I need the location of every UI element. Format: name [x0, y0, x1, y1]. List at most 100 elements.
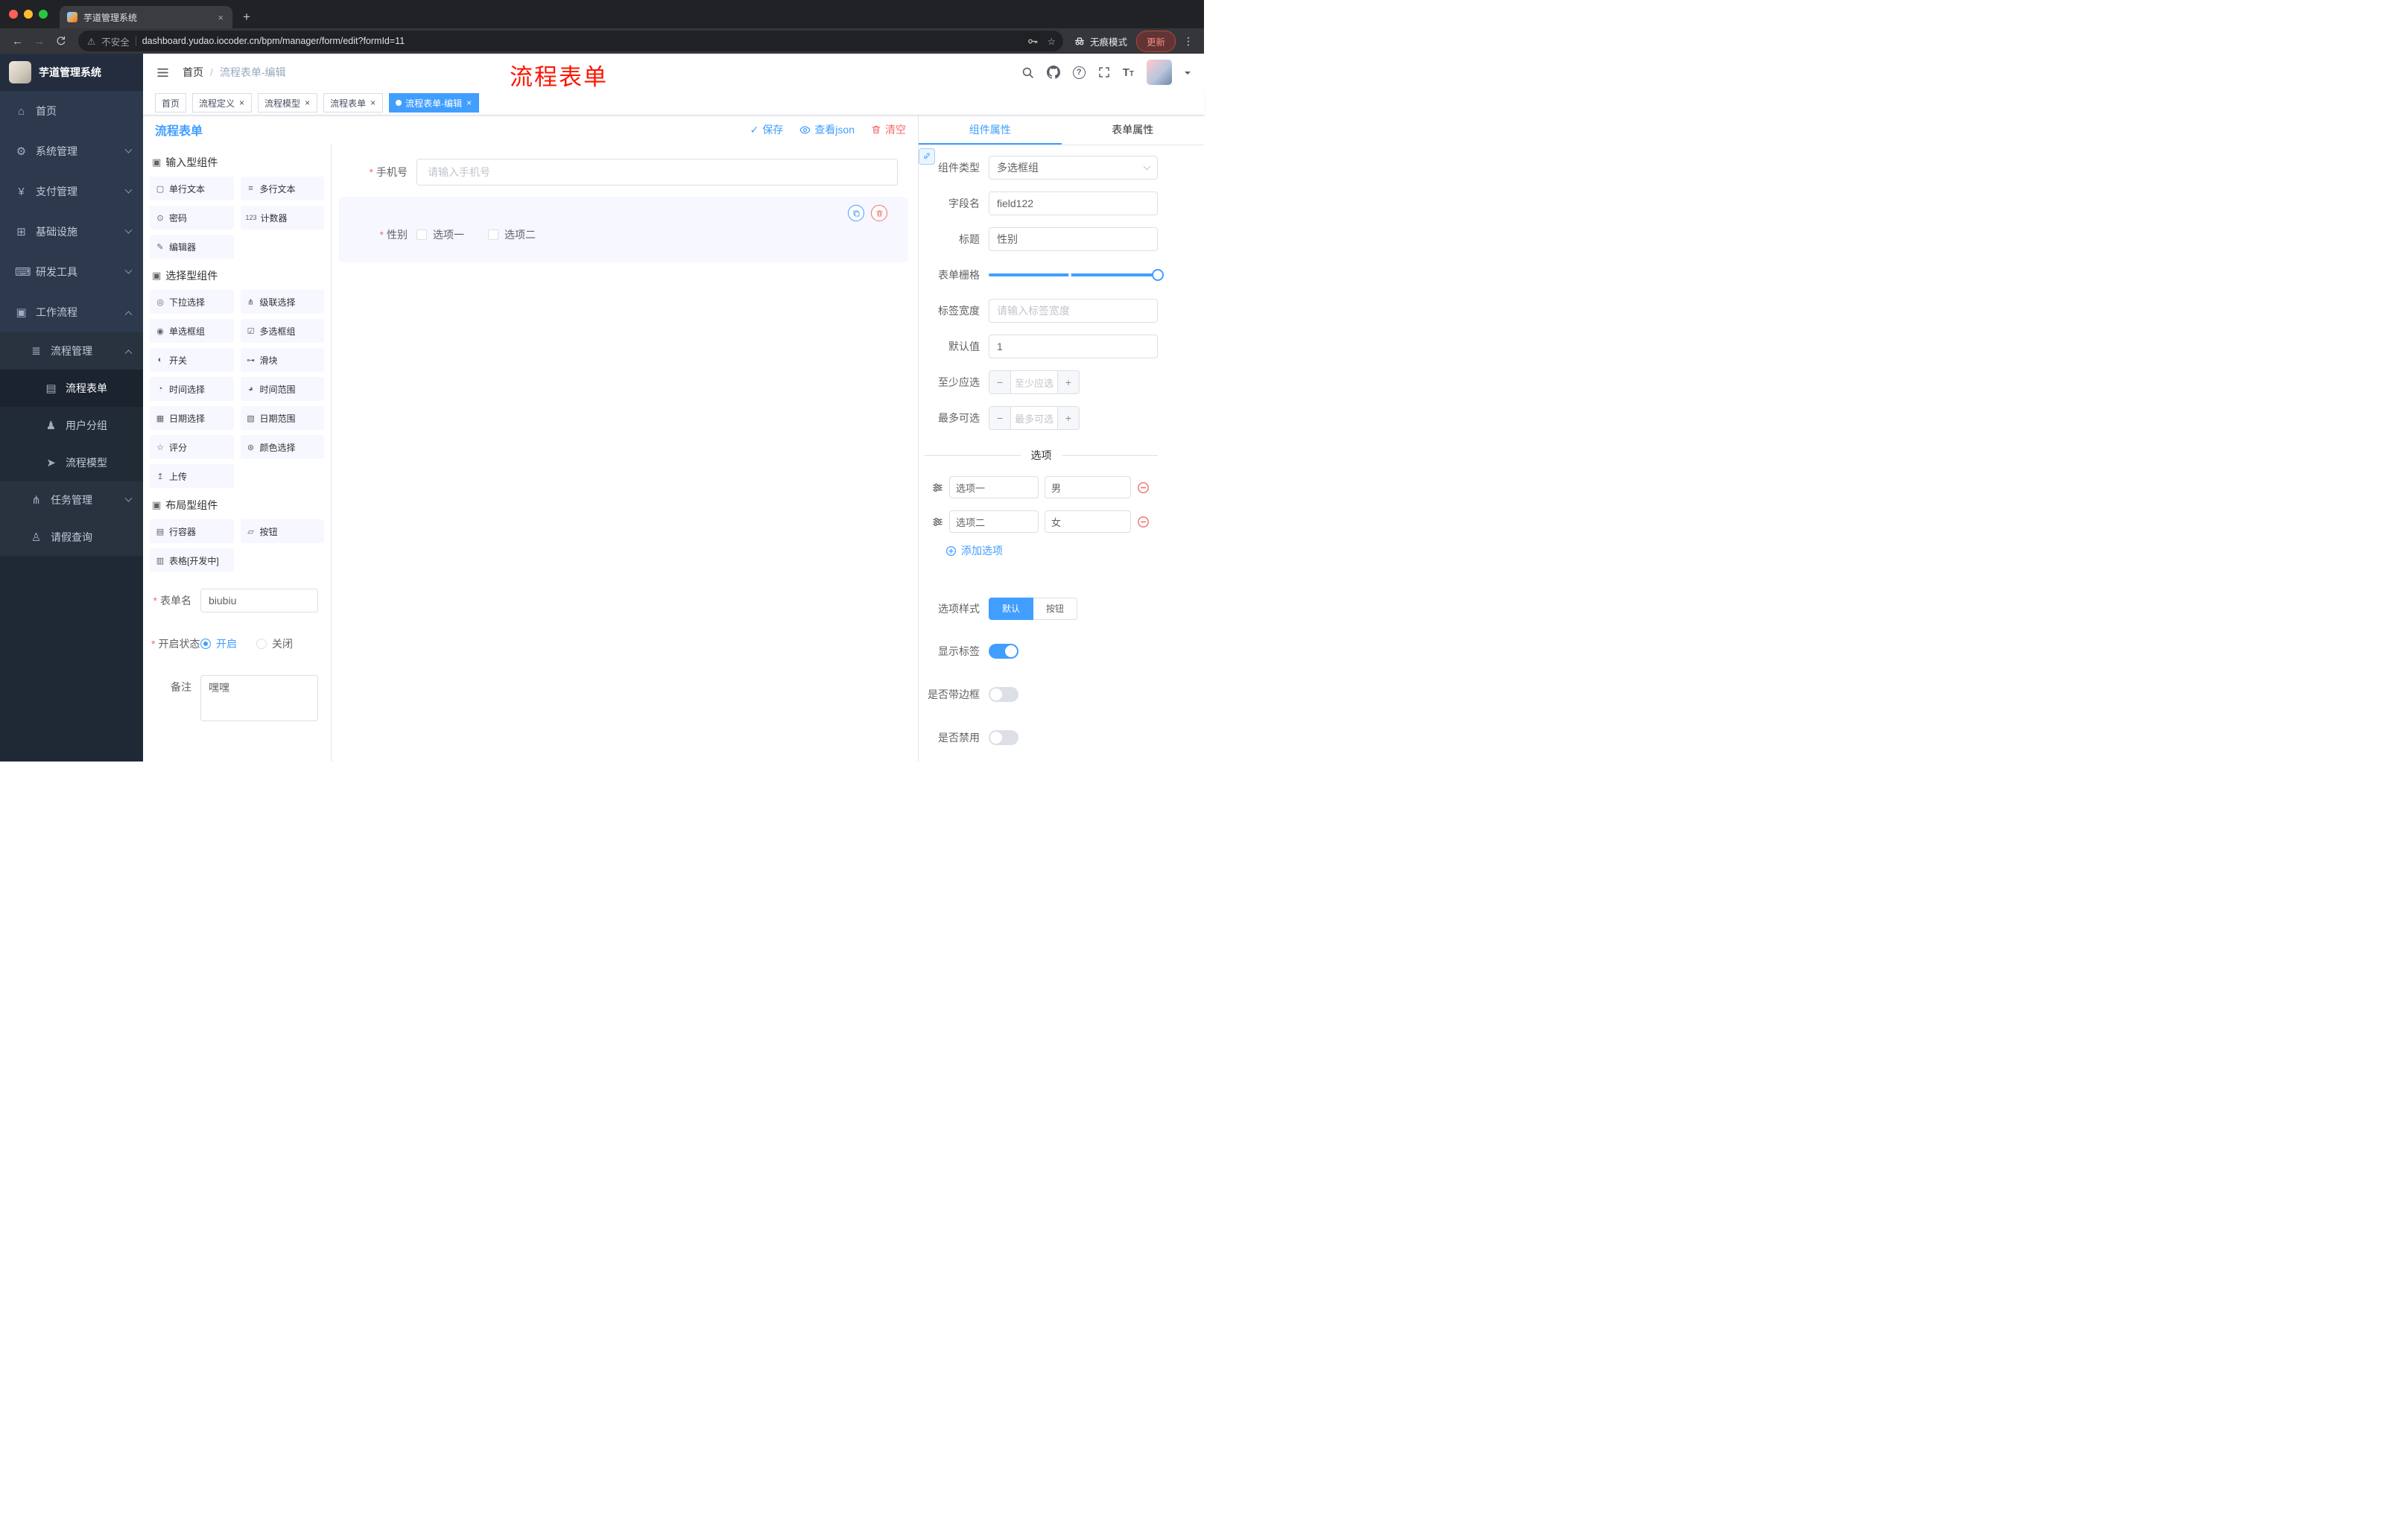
sidebar-item-process-model[interactable]: ➤ 流程模型 — [0, 444, 143, 481]
component-chip-checkbox-group[interactable]: ☑ 多选框组 — [240, 319, 324, 343]
back-button[interactable]: ← — [7, 31, 28, 51]
component-chip-password[interactable]: ⊙ 密码 — [150, 206, 234, 229]
security-label[interactable]: 不安全 — [101, 34, 130, 48]
gender-option-1[interactable]: 选项一 — [416, 227, 464, 242]
component-chip-date-picker[interactable]: ▦ 日期选择 — [150, 406, 234, 430]
sidebar-item-system[interactable]: ⚙ 系统管理 — [0, 131, 143, 171]
decrease-icon[interactable]: − — [989, 407, 1011, 429]
min-select-stepper[interactable]: − 至少应选 + — [989, 370, 1080, 394]
border-toggle[interactable] — [989, 687, 1018, 702]
max-select-value[interactable]: 最多可选 — [1011, 407, 1057, 429]
save-button[interactable]: ✓ 保存 — [750, 122, 784, 137]
show-label-toggle[interactable] — [989, 644, 1018, 659]
option-label-input[interactable] — [949, 510, 1039, 533]
forward-button[interactable]: → — [29, 31, 49, 51]
url-text[interactable]: dashboard.yudao.iocoder.cn/bpm/manager/f… — [142, 36, 1021, 46]
tag-close-icon[interactable]: × — [304, 98, 311, 107]
gender-option-2[interactable]: 选项二 — [488, 227, 536, 242]
component-chip-row-container[interactable]: ▤ 行容器 — [150, 519, 234, 543]
component-chip-textarea[interactable]: ≡ 多行文本 — [240, 177, 324, 200]
search-icon[interactable] — [1021, 66, 1034, 79]
checkbox-icon[interactable] — [488, 229, 498, 240]
canvas-field-gender-selected[interactable]: 性别 选项一 选项二 — [339, 197, 908, 262]
component-chip-editor[interactable]: ✎ 编辑器 — [150, 235, 234, 259]
max-select-stepper[interactable]: − 最多可选 + — [989, 406, 1080, 430]
component-chip-color-picker[interactable]: ⊛ 颜色选择 — [240, 435, 324, 459]
component-chip-date-range[interactable]: ▧ 日期范围 — [240, 406, 324, 430]
update-button[interactable]: 更新 — [1135, 30, 1176, 52]
tag-close-icon[interactable]: × — [370, 98, 376, 107]
component-chip-time-picker[interactable]: ◔ 时间选择 — [150, 377, 234, 401]
copy-field-button[interactable] — [848, 205, 864, 221]
sidebar-item-process-form[interactable]: ▤ 流程表单 — [0, 370, 143, 407]
field-name-input[interactable] — [989, 191, 1158, 215]
tag-process-form-edit[interactable]: 流程表单-编辑 × — [389, 93, 480, 113]
component-chip-time-range[interactable]: ◕ 时间范围 — [240, 377, 324, 401]
sidebar-item-devtools[interactable]: ⌨ 研发工具 — [0, 252, 143, 292]
sidebar-item-home[interactable]: ⌂ 首页 — [0, 91, 143, 131]
tag-home[interactable]: 首页 — [155, 93, 187, 113]
slider-track[interactable] — [989, 273, 1158, 276]
option-value-input[interactable] — [1045, 510, 1131, 533]
tab-close-icon[interactable]: × — [216, 12, 225, 23]
sidebar-item-leave-query[interactable]: ♙ 请假查询 — [0, 519, 143, 556]
component-chip-button[interactable]: ▱ 按钮 — [240, 519, 324, 543]
option-value-input[interactable] — [1045, 476, 1131, 498]
minimize-window-button[interactable] — [24, 10, 33, 19]
component-chip-single-line-text[interactable]: ▢ 单行文本 — [150, 177, 234, 200]
sidebar-item-infrastructure[interactable]: ⊞ 基础设施 — [0, 212, 143, 252]
drag-handle-icon[interactable] — [932, 516, 943, 528]
status-radio-on[interactable]: 开启 — [200, 636, 237, 651]
sidebar-item-workflow[interactable]: ▣ 工作流程 — [0, 292, 143, 332]
delete-field-button[interactable] — [871, 205, 887, 221]
view-json-button[interactable]: 查看json — [799, 122, 855, 137]
label-width-input[interactable] — [989, 299, 1158, 323]
option-label-input[interactable] — [949, 476, 1039, 498]
avatar[interactable] — [1147, 60, 1172, 85]
status-radio-off[interactable]: 关闭 — [256, 636, 293, 651]
component-chip-cascader[interactable]: ⋔ 级联选择 — [240, 290, 324, 314]
canvas-field-phone[interactable]: 手机号 — [339, 159, 908, 186]
checkbox-icon[interactable] — [416, 229, 427, 240]
disabled-toggle[interactable] — [989, 730, 1018, 745]
tag-close-icon[interactable]: × — [466, 98, 472, 107]
browser-menu-icon[interactable]: ⋮ — [1177, 35, 1197, 48]
password-key-icon[interactable] — [1027, 36, 1039, 47]
form-name-input[interactable] — [200, 589, 318, 612]
component-type-select[interactable]: 多选框组 — [989, 156, 1158, 180]
sidebar-item-user-group[interactable]: ♟ 用户分组 — [0, 407, 143, 444]
grid-slider[interactable] — [989, 263, 1164, 287]
hamburger-button[interactable] — [156, 66, 169, 79]
sidebar-item-process-management[interactable]: ≣ 流程管理 — [0, 332, 143, 370]
reload-button[interactable] — [51, 31, 71, 51]
component-chip-table[interactable]: ▥ 表格[开发中] — [150, 548, 234, 572]
style-button-button[interactable]: 按钮 — [1033, 598, 1078, 620]
bookmark-star-icon[interactable]: ☆ — [1048, 36, 1056, 47]
tag-process-definition[interactable]: 流程定义 × — [192, 93, 253, 113]
avatar-caret-icon[interactable] — [1185, 72, 1191, 77]
help-icon[interactable]: ? — [1072, 66, 1086, 79]
increase-icon[interactable]: + — [1057, 371, 1079, 393]
title-input[interactable] — [989, 227, 1158, 251]
style-default-button[interactable]: 默认 — [989, 598, 1034, 620]
remove-option-icon[interactable] — [1137, 516, 1150, 528]
breadcrumb-home[interactable]: 首页 — [183, 65, 203, 80]
clear-button[interactable]: 清空 — [871, 122, 906, 137]
form-remark-textarea[interactable]: 嘿嘿 — [200, 675, 318, 721]
font-size-icon[interactable]: TT — [1123, 67, 1134, 78]
default-value-input[interactable] — [989, 335, 1158, 358]
maximize-window-button[interactable] — [39, 10, 48, 19]
tag-close-icon[interactable]: × — [238, 98, 245, 107]
decrease-icon[interactable]: − — [989, 371, 1011, 393]
drag-handle-icon[interactable] — [932, 482, 943, 493]
tag-process-form[interactable]: 流程表单 × — [323, 93, 384, 113]
tag-process-model[interactable]: 流程模型 × — [258, 93, 318, 113]
remove-option-icon[interactable] — [1137, 481, 1150, 494]
component-chip-slider[interactable]: ⊶ 滑块 — [240, 348, 324, 372]
min-select-value[interactable]: 至少应选 — [1011, 371, 1057, 393]
increase-icon[interactable]: + — [1057, 407, 1079, 429]
component-chip-switch[interactable]: ◐ 开关 — [150, 348, 234, 372]
fullscreen-icon[interactable] — [1098, 66, 1110, 78]
github-icon[interactable] — [1046, 66, 1060, 79]
sidebar-item-payment[interactable]: ¥ 支付管理 — [0, 171, 143, 212]
